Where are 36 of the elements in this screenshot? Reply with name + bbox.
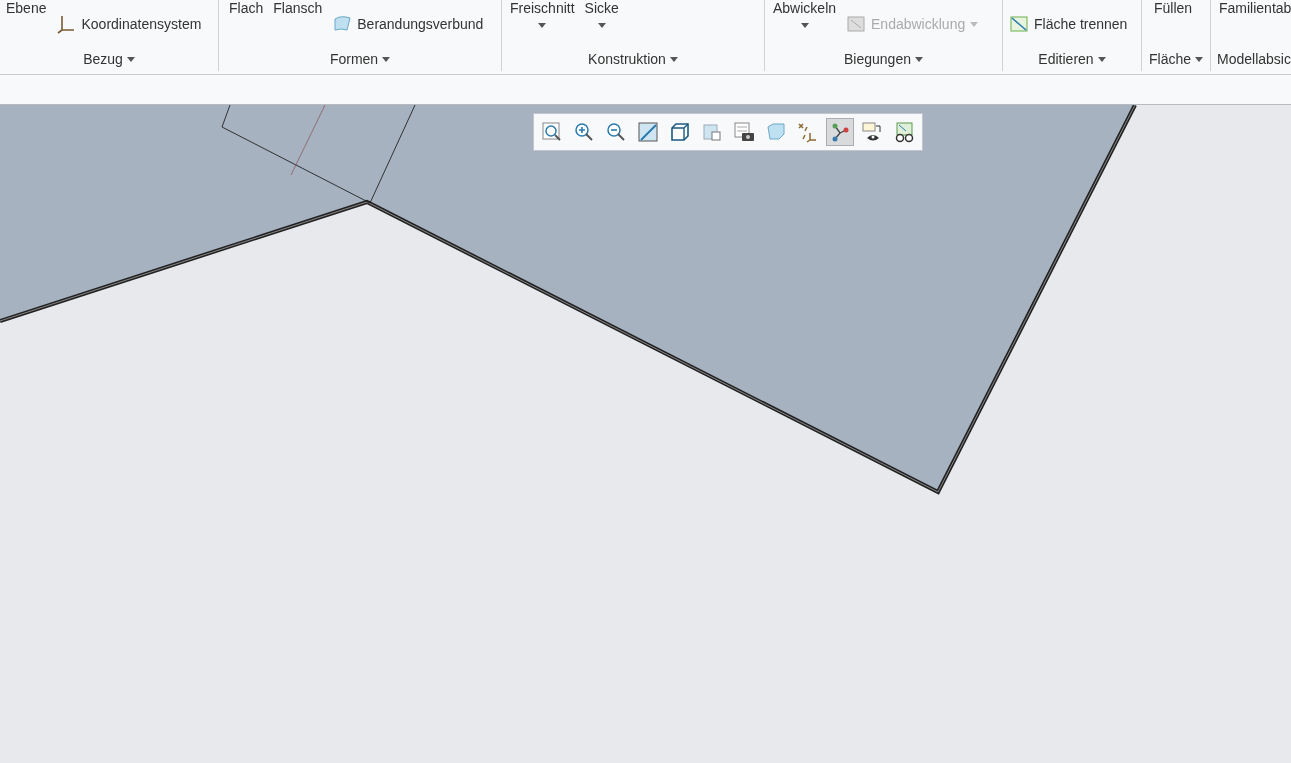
group-label[interactable]: Formen xyxy=(329,51,379,67)
ribbon-button[interactable]: Familientab xyxy=(1219,0,1291,16)
group-label[interactable]: Konstruktion xyxy=(588,51,666,67)
zoom-in-icon xyxy=(573,121,595,143)
caret-icon xyxy=(800,23,809,28)
caret-icon xyxy=(597,23,606,28)
ribbon-button[interactable]: Flansch xyxy=(273,0,323,16)
ribbon-button[interactable]: Füllen xyxy=(1154,0,1193,16)
group-label[interactable]: Fläche xyxy=(1149,51,1191,67)
panel-icon xyxy=(846,14,867,34)
ribbon-button[interactable]: Ebene xyxy=(6,0,47,16)
ribbon-button[interactable]: Fläche trennen xyxy=(1009,14,1128,34)
zoom-out-icon xyxy=(605,121,627,143)
ribbon-button[interactable]: Flach xyxy=(229,0,264,16)
box-icon xyxy=(701,121,723,143)
caret-icon xyxy=(538,23,547,28)
group-label[interactable]: Bezug xyxy=(83,51,123,67)
shaded-square-icon xyxy=(637,121,659,143)
glasses-icon xyxy=(893,121,915,143)
glass-cube-icon xyxy=(765,121,787,143)
surface-icon xyxy=(332,14,353,34)
eye-icon xyxy=(861,121,883,143)
group-label[interactable]: Modellabsic xyxy=(1217,51,1291,67)
ribbon-button[interactable]: Sicke xyxy=(584,0,619,28)
camera-icon xyxy=(733,121,755,143)
ribbon-button[interactable]: Berandungsverbund xyxy=(332,14,484,34)
ribbon-button[interactable]: Freischnitt xyxy=(510,0,575,28)
points-icon xyxy=(797,121,819,143)
group-label[interactable]: Biegungen xyxy=(844,51,911,67)
face-split-icon xyxy=(1009,14,1029,34)
axes-icon xyxy=(56,14,77,34)
cube-icon xyxy=(669,121,691,143)
ribbon-button[interactable]: Koordinatensystem xyxy=(56,14,202,34)
group-label[interactable]: Editieren xyxy=(1038,51,1094,67)
zoom-fit-icon xyxy=(541,121,563,143)
ribbon-button[interactable]: Abwickeln xyxy=(773,0,837,28)
